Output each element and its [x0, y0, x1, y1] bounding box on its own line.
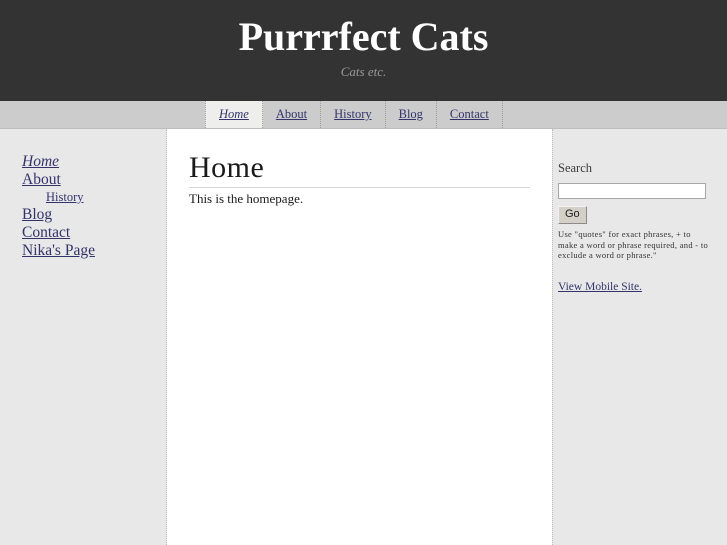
sidebar-item-blog[interactable]: Blog — [22, 206, 52, 223]
right-sidebar: Search Go Use "quotes" for exact phrases… — [552, 129, 727, 545]
list-item: History — [22, 189, 166, 205]
top-navigation: Home About History Blog Contact — [0, 101, 727, 129]
left-sidebar: Home About History Blog Contact Nika's P… — [0, 129, 167, 545]
nav-item-about[interactable]: About — [263, 101, 322, 128]
sidebar-item-home[interactable]: Home — [22, 153, 59, 170]
sidebar-item-nikas-page[interactable]: Nika's Page — [22, 242, 95, 259]
list-item: About — [22, 171, 166, 188]
nav-item-contact[interactable]: Contact — [437, 101, 503, 128]
page-title: Home — [189, 151, 265, 184]
main-content: Home This is the homepage. — [167, 129, 552, 545]
nav-item-home[interactable]: Home — [205, 101, 263, 128]
nav-item-blog[interactable]: Blog — [386, 101, 437, 128]
page-columns: Home About History Blog Contact Nika's P… — [0, 129, 727, 545]
view-mobile-site-link[interactable]: View Mobile Site. — [558, 281, 642, 293]
sidebar-item-history[interactable]: History — [46, 190, 84, 204]
sidebar-item-contact[interactable]: Contact — [22, 224, 70, 241]
title-divider — [189, 187, 530, 188]
site-tagline: Cats etc. — [340, 64, 387, 79]
sidebar-nav-list: Home About History Blog Contact Nika's P… — [0, 153, 166, 259]
search-go-button[interactable]: Go — [558, 206, 587, 224]
list-item: Blog — [22, 206, 166, 223]
list-item: Contact — [22, 224, 166, 241]
sidebar-item-about[interactable]: About — [22, 171, 61, 188]
site-banner: Purrrfect Cats Cats etc. — [0, 0, 727, 101]
search-input[interactable] — [558, 183, 706, 199]
site-title: Purrrfect Cats — [238, 14, 489, 59]
page-body-text: This is the homepage. — [189, 191, 304, 206]
list-item: Home — [22, 153, 166, 170]
list-item: Nika's Page — [22, 242, 166, 259]
nav-item-history[interactable]: History — [321, 101, 386, 128]
search-help-text: Use "quotes" for exact phrases, + to mak… — [558, 229, 709, 260]
search-heading: Search — [558, 161, 593, 175]
